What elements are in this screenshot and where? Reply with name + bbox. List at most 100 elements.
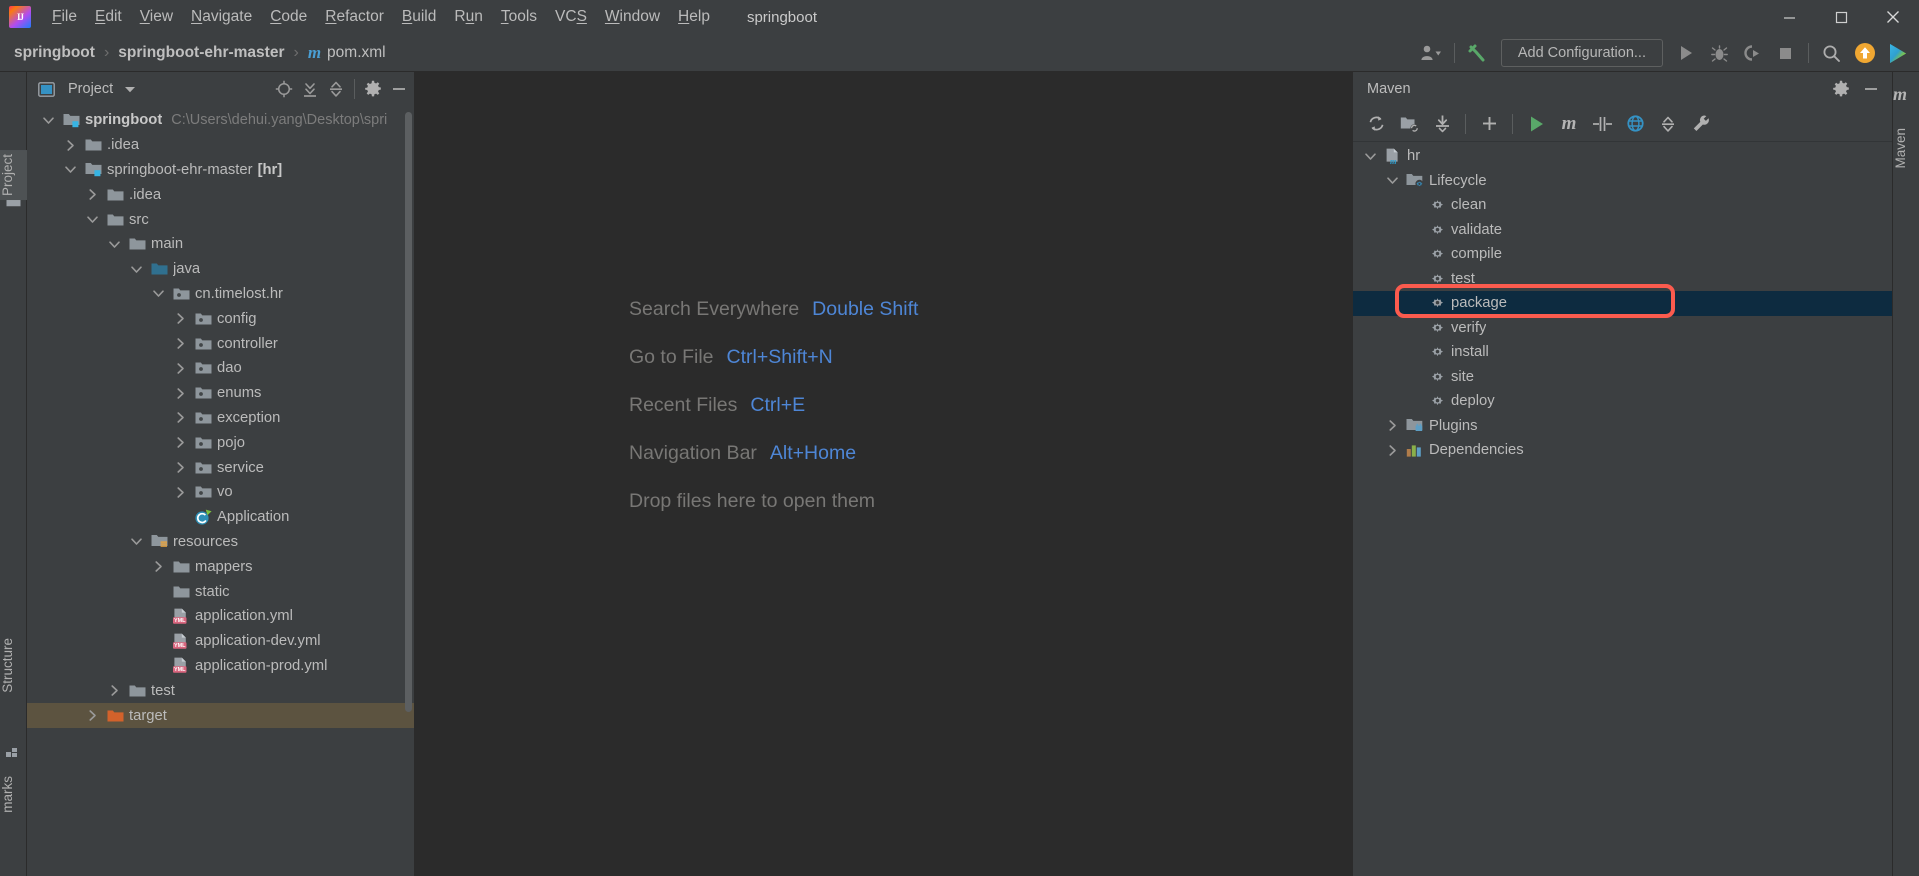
tree-twisty-closed-icon[interactable] — [83, 189, 101, 201]
maven-settings-m-icon[interactable]: m — [1554, 110, 1584, 138]
tree-twisty-open-icon[interactable] — [83, 215, 101, 224]
build-hammer-icon[interactable] — [1462, 38, 1493, 68]
tree-item-config[interactable]: config — [27, 306, 414, 331]
tree-item-java[interactable]: java — [27, 257, 414, 282]
menu-item-build[interactable]: Build — [393, 5, 445, 29]
maven-tree-item-site[interactable]: site — [1353, 365, 1892, 390]
tree-item-springboot-ehr-master[interactable]: springboot-ehr-master [hr] — [27, 158, 414, 183]
maven-tree-item-dependencies[interactable]: Dependencies — [1353, 438, 1892, 463]
tree-item-application-prod-yml[interactable]: YML application-prod.yml — [27, 654, 414, 679]
sidebar-item-project[interactable]: Project — [0, 150, 27, 201]
sidebar-item-bookmarks[interactable]: marks — [0, 772, 27, 817]
update-project-icon[interactable] — [1849, 38, 1880, 68]
maven-tree-item-verify[interactable]: verify — [1353, 316, 1892, 341]
maven-tree-item-plugins[interactable]: Plugins — [1353, 414, 1892, 439]
collapse-all-icon[interactable] — [323, 76, 349, 102]
collapse-all-icon[interactable] — [1653, 110, 1683, 138]
project-scrollbar[interactable] — [405, 112, 412, 752]
tree-twisty-closed-icon[interactable] — [149, 561, 167, 573]
sidebar-item-structure[interactable]: Structure — [0, 634, 27, 697]
tree-item-vo[interactable]: vo — [27, 480, 414, 505]
tree-item-application-yml[interactable]: YML application.yml — [27, 604, 414, 629]
ide-features-trainer-icon[interactable] — [1882, 38, 1913, 68]
maven-tree-item-install[interactable]: install — [1353, 340, 1892, 365]
tree-twisty-closed-icon[interactable] — [171, 387, 189, 399]
menu-item-window[interactable]: Window — [596, 5, 669, 29]
run-icon[interactable] — [1671, 38, 1702, 68]
tree-item-enums[interactable]: enums — [27, 381, 414, 406]
generate-sources-icon[interactable] — [1394, 110, 1424, 138]
menu-item-help[interactable]: Help — [669, 5, 719, 29]
breadcrumb-item-pom-xml[interactable]: m pom.xml — [308, 43, 386, 63]
menu-item-navigate[interactable]: Navigate — [182, 5, 261, 29]
tree-item-idea-module[interactable]: .idea — [27, 182, 414, 207]
menu-item-vcs[interactable]: VCS — [546, 5, 596, 29]
tree-twisty-open-icon[interactable] — [1383, 176, 1401, 185]
menu-item-view[interactable]: View — [131, 5, 182, 29]
settings-gear-icon[interactable] — [360, 76, 386, 102]
menu-item-edit[interactable]: Edit — [86, 5, 131, 29]
chevron-down-icon[interactable] — [121, 80, 139, 98]
maven-tree-item-deploy[interactable]: deploy — [1353, 389, 1892, 414]
tree-twisty-closed-icon[interactable] — [171, 487, 189, 498]
tree-twisty-closed-icon[interactable] — [83, 710, 101, 721]
hide-icon[interactable] — [386, 76, 412, 102]
tree-twisty-open-icon[interactable] — [149, 289, 167, 298]
tree-twisty-open-icon[interactable] — [61, 165, 79, 174]
menu-item-refactor[interactable]: Refactor — [316, 5, 393, 29]
maven-tree-item-compile[interactable]: compile — [1353, 242, 1892, 267]
execute-maven-goal-icon[interactable] — [1521, 110, 1551, 138]
tree-item-dao[interactable]: dao — [27, 356, 414, 381]
menu-item-run[interactable]: Run — [445, 5, 491, 29]
menu-item-tools[interactable]: Tools — [492, 5, 546, 29]
tree-item-idea-root[interactable]: .idea — [27, 133, 414, 158]
tree-item-controller[interactable]: controller — [27, 331, 414, 356]
maven-tree-item-lifecycle[interactable]: Lifecycle — [1353, 169, 1892, 194]
tree-item-src[interactable]: src — [27, 207, 414, 232]
tree-item-cn-timelost-hr[interactable]: cn.timelost.hr — [27, 282, 414, 307]
tree-item-static[interactable]: static — [27, 579, 414, 604]
select-opened-file-icon[interactable] — [271, 76, 297, 102]
tree-twisty-closed-icon[interactable] — [105, 685, 123, 697]
tree-twisty-closed-icon[interactable] — [1383, 420, 1401, 432]
tree-item-application-class[interactable]: Application — [27, 505, 414, 530]
tree-item-test[interactable]: test — [27, 678, 414, 703]
minimize-icon[interactable] — [1763, 0, 1815, 34]
tree-item-service[interactable]: service — [27, 455, 414, 480]
maven-tree-item-clean[interactable]: clean — [1353, 193, 1892, 218]
hide-icon[interactable] — [1856, 75, 1886, 103]
editor-empty-area[interactable]: Search Everywhere Double Shift Go to File C… — [415, 72, 1352, 876]
tree-twisty-open-icon[interactable] — [1361, 152, 1379, 161]
run-with-coverage-icon[interactable] — [1737, 38, 1768, 68]
user-account-icon[interactable] — [1416, 38, 1447, 68]
maven-tree-item-validate[interactable]: validate — [1353, 218, 1892, 243]
scrollbar-thumb[interactable] — [405, 112, 412, 712]
tree-twisty-closed-icon[interactable] — [171, 462, 189, 473]
settings-gear-icon[interactable] — [1826, 75, 1856, 103]
tree-twisty-open-icon[interactable] — [105, 240, 123, 249]
expand-all-icon[interactable] — [297, 76, 323, 102]
project-tree[interactable]: springboot C:\Users\dehui.yang\Desktop\sp… — [27, 106, 414, 876]
tree-twisty-closed-icon[interactable] — [171, 437, 189, 449]
maximize-icon[interactable] — [1815, 0, 1867, 34]
offline-mode-icon[interactable] — [1620, 110, 1650, 138]
tree-twisty-open-icon[interactable] — [127, 537, 145, 546]
tree-item-mappers[interactable]: mappers — [27, 554, 414, 579]
maven-tree-item-test[interactable]: test — [1353, 267, 1892, 292]
sidebar-item-maven[interactable]: Maven — [1893, 124, 1919, 173]
tree-item-springboot[interactable]: springboot C:\Users\dehui.yang\Desktop\sp… — [27, 108, 414, 133]
tree-twisty-open-icon[interactable] — [127, 265, 145, 274]
tree-twisty-closed-icon[interactable] — [61, 139, 79, 151]
maven-tree-item-package[interactable]: package — [1353, 291, 1892, 316]
tree-twisty-closed-icon[interactable] — [171, 363, 189, 374]
menu-item-code[interactable]: Code — [261, 5, 316, 29]
tree-twisty-closed-icon[interactable] — [171, 313, 189, 325]
tree-item-resources[interactable]: resources — [27, 530, 414, 555]
tree-item-target[interactable]: target — [27, 703, 414, 728]
maven-settings-wrench-icon[interactable] — [1686, 110, 1716, 138]
tree-twisty-open-icon[interactable] — [39, 116, 57, 125]
breadcrumb-item-springboot[interactable]: springboot — [14, 44, 95, 62]
tree-twisty-closed-icon[interactable] — [171, 338, 189, 349]
tree-twisty-closed-icon[interactable] — [171, 412, 189, 424]
tree-item-pojo[interactable]: pojo — [27, 430, 414, 455]
